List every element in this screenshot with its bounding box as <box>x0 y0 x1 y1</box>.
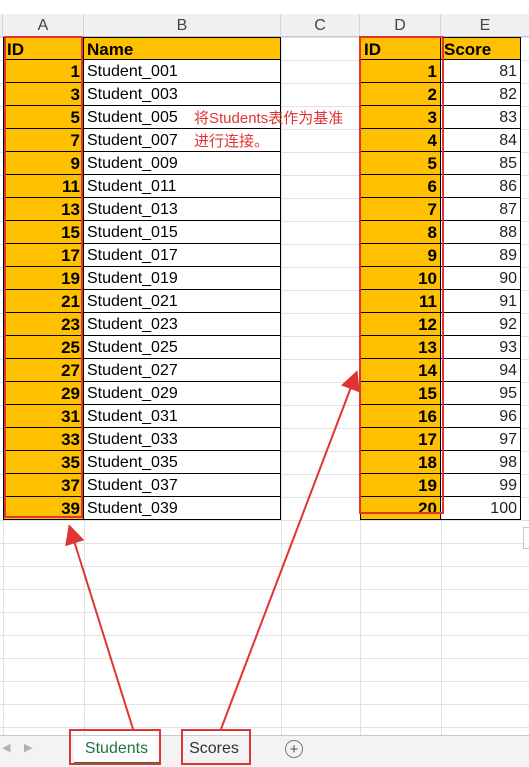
arrow-to-students-id <box>65 524 134 730</box>
arrow-to-scores-id <box>220 370 360 730</box>
annotation-arrows <box>65 370 360 730</box>
